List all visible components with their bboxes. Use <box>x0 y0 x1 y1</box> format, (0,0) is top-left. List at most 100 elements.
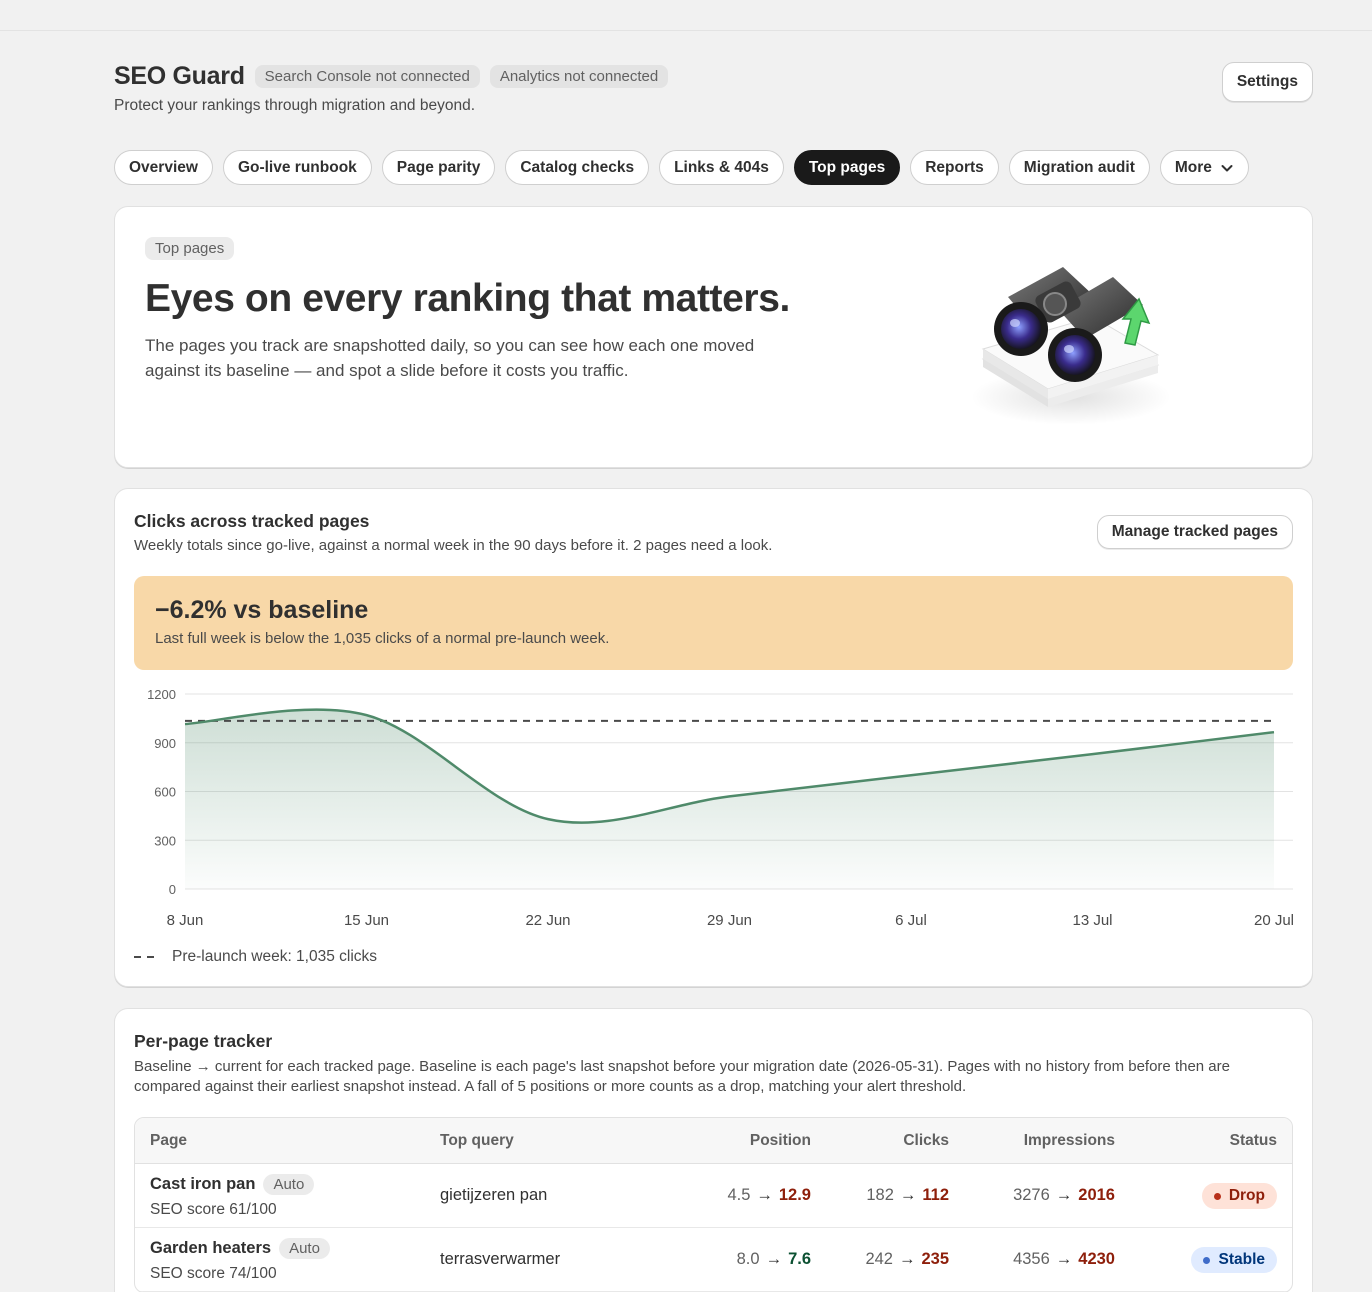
impressions-baseline: 3276 <box>1013 1186 1050 1204</box>
arrow-right-icon: → <box>898 1250 916 1268</box>
page-name: Garden heaters Auto <box>150 1238 330 1259</box>
app-subtitle: Protect your rankings through migration … <box>114 97 476 114</box>
impressions-current: 4230 <box>1078 1250 1115 1268</box>
top-query: terrasverwarmer <box>440 1250 561 1268</box>
chevron-down-icon <box>1221 164 1233 171</box>
clicks-metric: 182 → 112 <box>866 1186 949 1205</box>
chart-legend: Pre-launch week: 1,035 clicks <box>134 948 377 966</box>
x-tick-label: 29 Jun <box>707 912 752 929</box>
page-name: Cast iron pan Auto <box>150 1174 315 1195</box>
tracker-subtitle: Baseline → current for each tracked page… <box>134 1058 1230 1095</box>
y-tick-label: 0 <box>169 882 176 897</box>
impressions-metric: 3276 → 2016 <box>1013 1186 1115 1205</box>
clicks-metric: 242 → 235 <box>865 1250 949 1269</box>
binoculars-icon <box>971 267 1171 425</box>
position-metric: 4.5 → 12.9 <box>727 1186 811 1205</box>
search-console-badge: Search Console not connected <box>254 65 480 88</box>
page-title: Garden heaters <box>150 1239 272 1257</box>
clicks-chart: 0 300 600 900 1200 8 Jun 15 Jun 22 Jun 29 Jun 6 … <box>147 687 1294 929</box>
tracker-card: Per-page tracker Baseline → current for … <box>114 1008 1313 1292</box>
top-query: gietijzeren pan <box>440 1186 548 1204</box>
hero-text: The pages you track are snapshotted dail… <box>145 336 755 380</box>
clicks-title: Clicks across tracked pages <box>134 511 370 531</box>
page-wrapper: SEO Guard Search Console not connected A… <box>114 62 1313 1292</box>
y-tick-label: 300 <box>154 833 176 848</box>
clicks-current: 112 <box>922 1186 949 1204</box>
hero-card: Top pages Eyes on every ranking that mat… <box>114 206 1313 468</box>
table-header: Page Top query Position Clicks Impressio… <box>135 1118 1292 1164</box>
col-clicks: Clicks <box>903 1132 949 1149</box>
arrow-right-icon: → <box>899 1186 917 1204</box>
clicks-subtitle: Weekly totals since go-live, against a n… <box>134 537 773 554</box>
banner-text: Last full week is below the 1,035 clicks… <box>155 630 610 647</box>
status-label: Drop <box>1228 1187 1265 1204</box>
tab-migration-audit[interactable]: Migration audit <box>1008 150 1150 185</box>
page-title: Cast iron pan <box>150 1175 256 1193</box>
status-label: Stable <box>1218 1251 1265 1268</box>
position-baseline: 4.5 <box>727 1186 751 1204</box>
tab-reports[interactable]: Reports <box>910 150 999 185</box>
tab-overview[interactable]: Overview <box>114 150 213 185</box>
settings-button[interactable]: Settings <box>1221 62 1313 102</box>
y-tick-label: 900 <box>154 736 176 751</box>
position-current: 12.9 <box>778 1186 811 1204</box>
tab-top-pages[interactable]: Top pages <box>793 150 901 185</box>
app-title: SEO Guard <box>114 62 245 90</box>
tab-links-404s[interactable]: Links & 404s <box>659 150 784 185</box>
analytics-badge: Analytics not connected <box>489 65 669 88</box>
status-badge: Drop <box>1201 1183 1277 1209</box>
manage-tracked-pages-button[interactable]: Manage tracked pages <box>1096 515 1293 549</box>
clicks-card: Clicks across tracked pages Weekly total… <box>114 488 1313 987</box>
arrow-right-icon: → <box>756 1186 773 1204</box>
tab-page-parity[interactable]: Page parity <box>381 150 496 185</box>
title-row: SEO Guard Search Console not connected A… <box>114 62 1313 91</box>
status-badge: Stable <box>1191 1247 1277 1273</box>
top-strip <box>0 0 1372 31</box>
col-status: Status <box>1229 1132 1277 1149</box>
impressions-metric: 4356 → 4230 <box>1013 1250 1115 1269</box>
baseline-banner: −6.2% vs baseline Last full week is belo… <box>134 576 1293 670</box>
impressions-current: 2016 <box>1078 1186 1115 1204</box>
arrow-right-icon: → <box>1055 1250 1073 1268</box>
col-page: Page <box>150 1132 188 1149</box>
tab-more-label: More <box>1174 158 1212 176</box>
clicks-current: 235 <box>921 1250 949 1268</box>
table-row[interactable]: Cast iron pan Auto SEO score 61/100 giet… <box>135 1164 1292 1228</box>
x-tick-label: 15 Jun <box>344 912 389 929</box>
seo-score: SEO score 74/100 <box>150 1265 277 1282</box>
position-metric: 8.0 → 7.6 <box>737 1250 811 1269</box>
tab-more[interactable]: More <box>1159 150 1249 185</box>
clicks-baseline: 182 <box>866 1186 894 1204</box>
clicks-area <box>185 709 1274 889</box>
dashed-line-icon <box>134 956 160 958</box>
x-tick-label: 20 Jul <box>1254 912 1294 929</box>
x-tick-label: 13 Jul <box>1072 912 1112 929</box>
col-impressions: Impressions <box>1023 1132 1115 1149</box>
seo-score: SEO score 61/100 <box>150 1201 277 1218</box>
table-row[interactable]: Garden heaters Auto SEO score 74/100 ter… <box>135 1228 1292 1292</box>
arrow-right-icon: → <box>765 1250 783 1268</box>
banner-title: −6.2% vs baseline <box>155 596 369 624</box>
arrow-right-icon: → <box>1055 1186 1073 1204</box>
legend-label: Pre-launch week: 1,035 clicks <box>172 948 378 965</box>
hero-title: Eyes on every ranking that matters. <box>145 277 790 320</box>
hero-badge: Top pages <box>145 237 235 260</box>
x-tick-label: 22 Jun <box>525 912 570 929</box>
col-position: Position <box>749 1132 811 1149</box>
tab-catalog-checks[interactable]: Catalog checks <box>505 150 650 185</box>
tracker-table: Page Top query Position Clicks Impressio… <box>134 1117 1293 1292</box>
tab-bar: Overview Go-live runbook Page parity Cat… <box>114 150 1249 185</box>
auto-tag: Auto <box>279 1238 330 1259</box>
clicks-baseline: 242 <box>865 1250 893 1268</box>
tab-go-live-runbook[interactable]: Go-live runbook <box>222 150 372 185</box>
status-dot-icon <box>1203 1256 1211 1264</box>
impressions-baseline: 4356 <box>1013 1250 1050 1268</box>
x-tick-label: 8 Jun <box>167 912 204 929</box>
y-tick-label: 600 <box>154 785 176 800</box>
x-tick-label: 6 Jul <box>895 912 927 929</box>
tracker-title: Per-page tracker <box>134 1031 273 1051</box>
position-current: 7.6 <box>788 1250 811 1268</box>
page-header: SEO Guard Search Console not connected A… <box>114 62 1313 126</box>
col-top-query: Top query <box>440 1132 514 1149</box>
status-dot-icon <box>1213 1192 1221 1200</box>
